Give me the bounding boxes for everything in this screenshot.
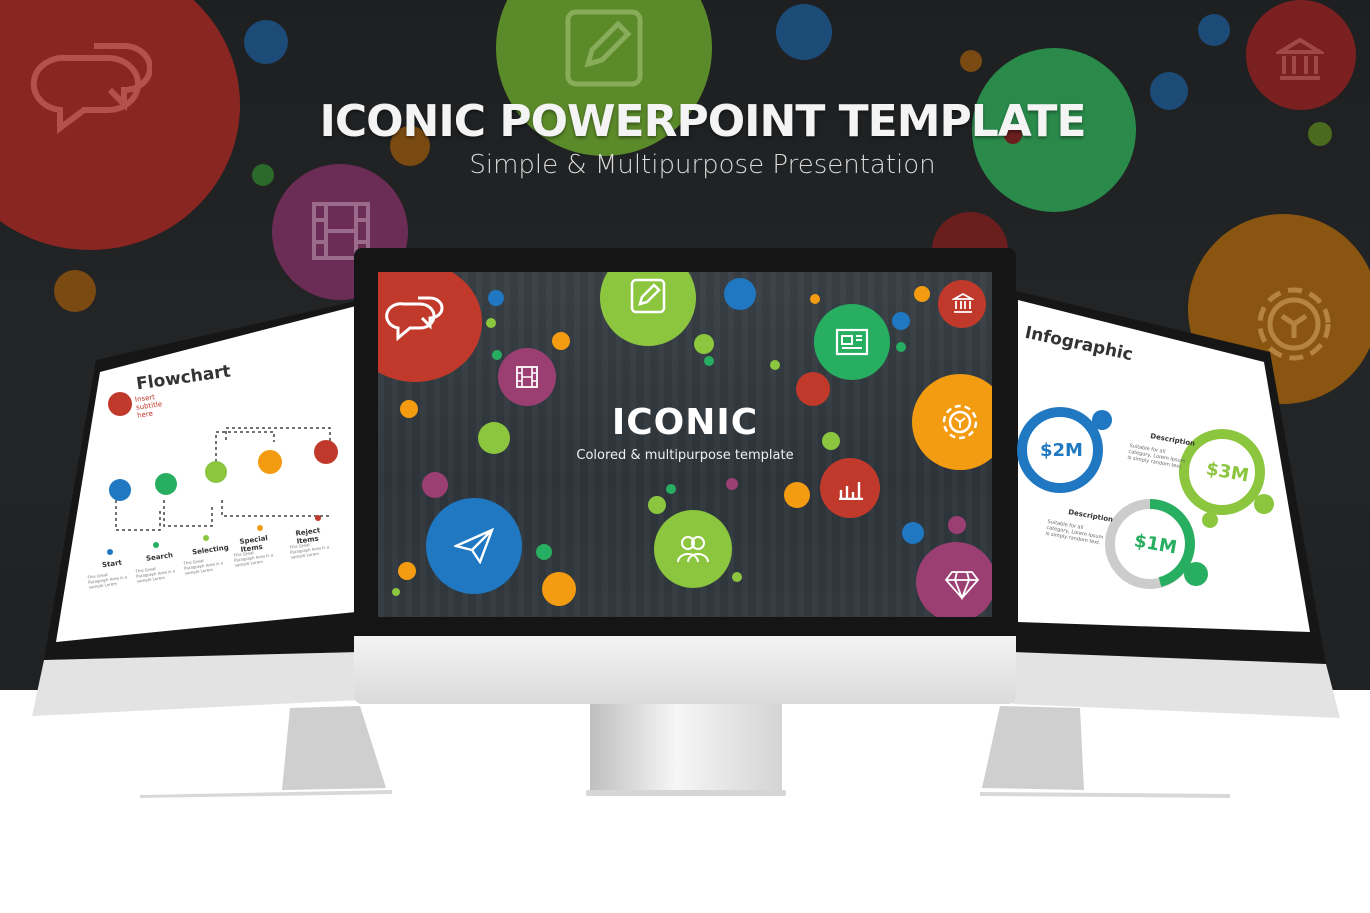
slide-title: ICONIC (611, 402, 759, 443)
dot (724, 278, 756, 310)
dot (770, 360, 780, 370)
dot (422, 472, 448, 498)
dot (552, 332, 570, 350)
dot (810, 294, 820, 304)
center-chin (354, 636, 1016, 704)
center-stand-base (586, 790, 786, 796)
step-start-icon (109, 479, 131, 501)
send-icon (454, 528, 494, 564)
dot (536, 544, 552, 560)
chart-icon (839, 482, 863, 500)
left-slide (56, 306, 356, 642)
dot (784, 482, 810, 508)
dot (542, 572, 576, 606)
dot (948, 516, 966, 534)
dot (902, 522, 924, 544)
dot (392, 588, 400, 596)
diamond-icon (944, 571, 980, 600)
chat-icon (385, 296, 444, 342)
film-icon (516, 366, 538, 388)
dot (726, 478, 738, 490)
users-icon (677, 536, 709, 563)
dot (704, 356, 714, 366)
step-special-icon (258, 450, 282, 474)
dot (892, 312, 910, 330)
dot (896, 342, 906, 352)
center-stand (590, 704, 782, 790)
dot (732, 572, 742, 582)
dot (648, 496, 666, 514)
dot (796, 372, 830, 406)
bank-icon (952, 292, 974, 313)
dot (488, 290, 504, 306)
step-search-icon (155, 473, 177, 495)
slide-subtitle: Colored & multipurpose template (576, 448, 794, 463)
dot (398, 562, 416, 580)
dot (492, 350, 502, 360)
dot (486, 318, 496, 328)
bubble-small (776, 4, 832, 60)
dot (694, 334, 714, 354)
edit-icon (630, 278, 666, 314)
value-2m: $2M (1040, 440, 1083, 461)
step-selecting-icon (205, 461, 227, 483)
bubble-small (960, 50, 982, 72)
flowchart-logo (108, 392, 132, 416)
center-slide: ICONIC Colored & multipurpose template (378, 272, 992, 617)
left-slide-subtitle: Insert subtitle here (134, 393, 163, 420)
dot (914, 286, 930, 302)
edit-icon (565, 9, 643, 87)
news-icon (835, 328, 869, 356)
step-reject-icon (314, 440, 338, 464)
dot (666, 484, 676, 494)
